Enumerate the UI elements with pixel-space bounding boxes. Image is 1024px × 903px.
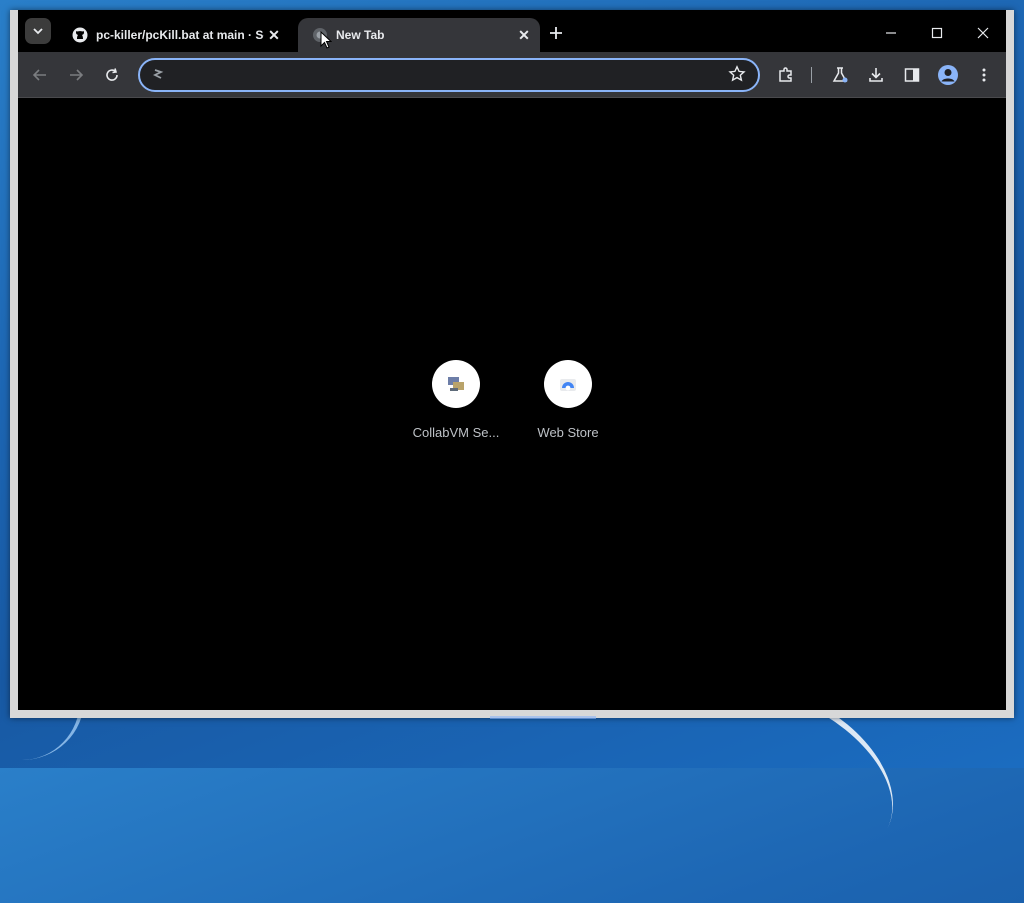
close-window-button[interactable]: [960, 18, 1006, 48]
back-button[interactable]: [26, 61, 54, 89]
shortcut-tile[interactable]: [544, 360, 592, 408]
toolbar-divider: [811, 67, 812, 83]
tab-new-tab[interactable]: New Tab ✕: [298, 18, 540, 52]
shortcut-label: CollabVM Se...: [412, 425, 500, 440]
plus-icon: [550, 27, 562, 39]
horizontal-scrollbar[interactable]: [490, 716, 596, 719]
new-tab-page: CollabVM Se... Web Store: [18, 98, 1006, 710]
shortcut-tile[interactable]: [432, 360, 480, 408]
tab-strip: pc-killer/pcKill.bat at main · So ✕ New …: [18, 10, 1006, 52]
kebab-menu-icon: [982, 68, 986, 82]
minimize-icon: [886, 32, 896, 34]
search-engine-icon: [150, 67, 166, 83]
close-icon[interactable]: ✕: [514, 25, 534, 45]
github-icon: [72, 27, 88, 43]
download-icon: [869, 68, 883, 82]
shortcut-label: Web Store: [537, 425, 599, 440]
close-icon: [977, 27, 989, 39]
menu-button[interactable]: [970, 61, 998, 89]
arrow-right-icon: [70, 69, 84, 81]
chevron-down-icon: [33, 28, 43, 35]
downloads-button[interactable]: [862, 61, 890, 89]
profile-button[interactable]: [934, 61, 962, 89]
forward-button[interactable]: [62, 61, 90, 89]
shortcut-collabvm[interactable]: CollabVM Se...: [400, 360, 512, 440]
side-panel-icon: [904, 68, 920, 82]
browser-window: pc-killer/pcKill.bat at main · So ✕ New …: [10, 10, 1014, 719]
flask-icon: [832, 67, 848, 83]
arrow-left-icon: [32, 69, 46, 81]
address-input[interactable]: [172, 64, 716, 88]
reload-button[interactable]: [98, 61, 126, 89]
avatar-icon: [938, 65, 958, 85]
minimize-button[interactable]: [868, 18, 914, 48]
shortcut-web-store[interactable]: Web Store: [512, 360, 624, 440]
close-icon[interactable]: ✕: [264, 25, 284, 45]
maximize-icon: [931, 27, 943, 39]
webstore-icon: [560, 379, 576, 391]
star-icon: [728, 65, 746, 82]
bookmark-star-button[interactable]: [728, 65, 748, 85]
address-bar[interactable]: [138, 58, 760, 92]
tab-title: pc-killer/pcKill.bat at main · So: [96, 28, 264, 42]
new-tab-button[interactable]: [544, 22, 568, 46]
browser-frame: pc-killer/pcKill.bat at main · So ✕ New …: [18, 10, 1006, 710]
labs-button[interactable]: [826, 61, 854, 89]
side-panel-button[interactable]: [898, 61, 926, 89]
reload-icon: [106, 68, 118, 81]
collabvm-icon: [448, 377, 464, 391]
mouse-cursor-icon: [320, 31, 332, 49]
toolbar: [18, 52, 1006, 98]
tab-search-button[interactable]: [25, 18, 51, 44]
maximize-button[interactable]: [914, 18, 960, 48]
tab-title: New Tab: [336, 28, 385, 42]
puzzle-icon: [779, 67, 792, 82]
extensions-button[interactable]: [772, 61, 800, 89]
tab-github[interactable]: pc-killer/pcKill.bat at main · So ✕: [58, 18, 290, 52]
